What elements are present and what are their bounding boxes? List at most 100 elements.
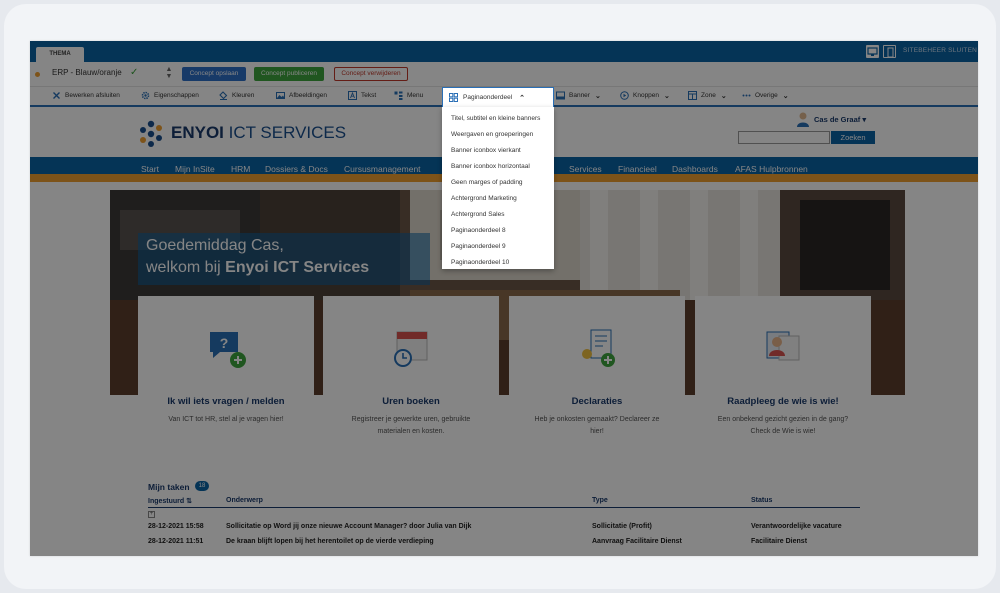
col-header-type[interactable]: Type — [592, 497, 608, 504]
card-declarations[interactable]: Declaraties Heb je onkosten gemaakt? Dec… — [509, 296, 685, 462]
concept-publish-button[interactable]: Concept publiceren — [254, 67, 324, 81]
concept-row: ERP - Blauw/oranje ✓ ▲ ▼ Concept opslaan … — [30, 62, 978, 87]
menu-item[interactable]: Titel, subtitel en kleine banners — [451, 115, 540, 122]
device-frame: THEMA SITEBEHEER SLUITEN ERP - Blauw/ora… — [4, 4, 996, 589]
card-description: Heb je onkosten gemaakt? Declareer ze hi… — [534, 416, 660, 435]
concept-save-button[interactable]: Concept opslaan — [182, 67, 246, 81]
toolbar-menu[interactable]: Menu — [394, 91, 423, 100]
menu-item[interactable]: Banner iconbox horizontaal — [451, 163, 530, 170]
menu-item[interactable]: Paginaonderdeel 9 — [451, 243, 506, 250]
banner-icon — [556, 91, 565, 100]
play-circle-icon — [620, 91, 629, 100]
nav-services[interactable]: Services — [569, 164, 602, 174]
chevron-down-icon: ⌄ — [594, 92, 601, 100]
menu-tree-icon — [394, 91, 403, 100]
card-title: Declaraties — [571, 396, 623, 407]
nav-cursusmanagement[interactable]: Cursusmanagement — [344, 164, 421, 174]
table-cell: 28-12-2021 15:58 — [148, 523, 204, 530]
menu-item[interactable]: Weergaven en groeperingen — [451, 131, 533, 138]
col-header-subject[interactable]: Onderwerp — [226, 497, 263, 504]
header-divider — [148, 507, 860, 508]
table-cell: 28-12-2021 11:51 — [148, 538, 204, 545]
toolbar-other[interactable]: Overige ⌄ — [742, 91, 789, 100]
user-menu[interactable]: Cas de Graaf ▾ — [814, 115, 866, 124]
menu-item[interactable]: Banner iconbox vierkant — [451, 147, 521, 154]
more-dots-icon — [742, 91, 751, 100]
nav-financieel[interactable]: Financieel — [618, 164, 657, 174]
nav-start[interactable]: Start — [141, 164, 159, 174]
menu-item[interactable]: Geen marges of padding — [451, 179, 523, 186]
desktop-view-icon[interactable] — [866, 45, 879, 58]
receipt-coins-icon — [582, 329, 615, 367]
tasks-title: Mijn taken — [148, 482, 190, 492]
toolbar-page-component[interactable]: Paginaonderdeel ⌃ — [442, 87, 554, 107]
image-icon — [276, 91, 285, 100]
table-cell: Facilitaire Dienst — [751, 538, 808, 545]
tasks-count-badge: 18 — [195, 481, 209, 491]
greeting-title: Goedemiddag Cas, — [146, 237, 284, 254]
page-component-menu: Titel, subtitel en kleine banners Weerga… — [442, 107, 554, 269]
toolbar-banner[interactable]: Banner ⌄ — [556, 91, 601, 100]
card-title: Raadpleeg de wie is wie! — [727, 396, 839, 407]
table-cell-link[interactable]: De kraan blijft lopen bij het herentoile… — [226, 538, 434, 545]
zone-icon — [688, 91, 697, 100]
toolbar-images[interactable]: Afbeeldingen — [276, 91, 327, 100]
status-dot-icon — [35, 72, 40, 77]
nav-dossiers[interactable]: Dossiers & Docs — [265, 164, 328, 174]
site-logo[interactable]: ENYOI ICT SERVICES — [171, 123, 346, 143]
mobile-view-icon[interactable] — [883, 45, 896, 58]
search-input[interactable] — [738, 131, 830, 144]
card-who-is-who[interactable]: Raadpleeg de wie is wie! Een onbekend ge… — [695, 296, 871, 462]
card-questions[interactable]: ? Ik wil iets vragen / melden Van ICT to… — [138, 296, 314, 462]
table-cell: Verantwoordelijke vacature — [751, 523, 842, 530]
gear-icon — [141, 91, 150, 100]
card-description: Een onbekend gezicht gezien in de gang? … — [717, 416, 849, 435]
menu-item[interactable]: Paginaonderdeel 8 — [451, 227, 506, 234]
nav-dashboards[interactable]: Dashboards — [672, 164, 718, 174]
tab-thema[interactable]: THEMA — [36, 47, 84, 62]
calendar-clock-icon — [394, 331, 428, 367]
expand-icon[interactable]: + — [148, 511, 155, 518]
nav-mijn-insite[interactable]: Mijn InSite — [175, 164, 215, 174]
search-button[interactable]: Zoeken — [831, 131, 875, 144]
text-icon — [348, 91, 357, 100]
my-tasks-panel: Mijn taken 18 Ingestuurd ⇅ Onderwerp Typ… — [138, 472, 870, 556]
nav-hrm[interactable]: HRM — [231, 164, 250, 174]
toolbar-buttons[interactable]: Knoppen ⌄ — [620, 91, 670, 100]
toolbar-text[interactable]: Tekst — [348, 91, 376, 100]
toolbar-properties[interactable]: Eigenschappen — [141, 91, 199, 100]
toolbar-colors[interactable]: Kleuren — [219, 91, 254, 100]
chevron-down-icon: ⌄ — [782, 92, 789, 100]
portrait-icon — [766, 331, 800, 361]
question-chat-icon: ? — [210, 332, 246, 368]
avatar[interactable] — [796, 111, 810, 127]
toolbar-close-edit[interactable]: Bewerken afsluiten — [52, 91, 120, 100]
nav-afas-hulpbronnen[interactable]: AFAS Hulpbronnen — [735, 164, 808, 174]
card-description: Registreer je gewerkte uren, gebruikte m… — [351, 416, 471, 435]
theme-bar: THEMA SITEBEHEER SLUITEN — [30, 41, 978, 62]
greeting-subtitle: welkom bij Enyoi ICT Services — [146, 259, 370, 276]
grid-icon — [449, 93, 458, 102]
card-hours[interactable]: Uren boeken Registreer je gewerkte uren,… — [323, 296, 499, 462]
menu-item[interactable]: Achtergrond Marketing — [451, 195, 517, 202]
col-header-status[interactable]: Status — [751, 497, 772, 504]
col-header-submitted[interactable]: Ingestuurd ⇅ — [148, 497, 192, 505]
menu-item[interactable]: Achtergrond Sales — [451, 211, 504, 218]
paint-bucket-icon — [219, 91, 228, 100]
menu-item[interactable]: Paginaonderdeel 10 — [451, 259, 509, 266]
updown-arrows-icon[interactable]: ▲ ▼ — [165, 66, 173, 80]
site-close-button[interactable]: SITEBEHEER SLUITEN — [903, 47, 977, 54]
table-cell-link[interactable]: Sollicitatie op Word jij onze nieuwe Acc… — [226, 523, 471, 530]
card-title: Uren boeken — [382, 396, 440, 407]
toolbar-zone[interactable]: Zone ⌄ — [688, 91, 727, 100]
check-icon: ✓ — [130, 67, 139, 78]
table-cell: Aanvraag Facilitaire Dienst — [592, 538, 682, 545]
table-cell: Sollicitatie (Profit) — [592, 523, 652, 530]
card-description: Van ICT tot HR, stel al je vragen hier! — [168, 416, 284, 423]
card-title: Ik wil iets vragen / melden — [167, 396, 285, 407]
chevron-down-icon: ⌄ — [664, 92, 670, 100]
sort-icon: ⇅ — [186, 498, 192, 505]
concept-delete-button[interactable]: Concept verwijderen — [334, 67, 408, 81]
browser-viewport: THEMA SITEBEHEER SLUITEN ERP - Blauw/ora… — [30, 41, 978, 556]
theme-select[interactable]: ERP - Blauw/oranje — [52, 68, 122, 77]
